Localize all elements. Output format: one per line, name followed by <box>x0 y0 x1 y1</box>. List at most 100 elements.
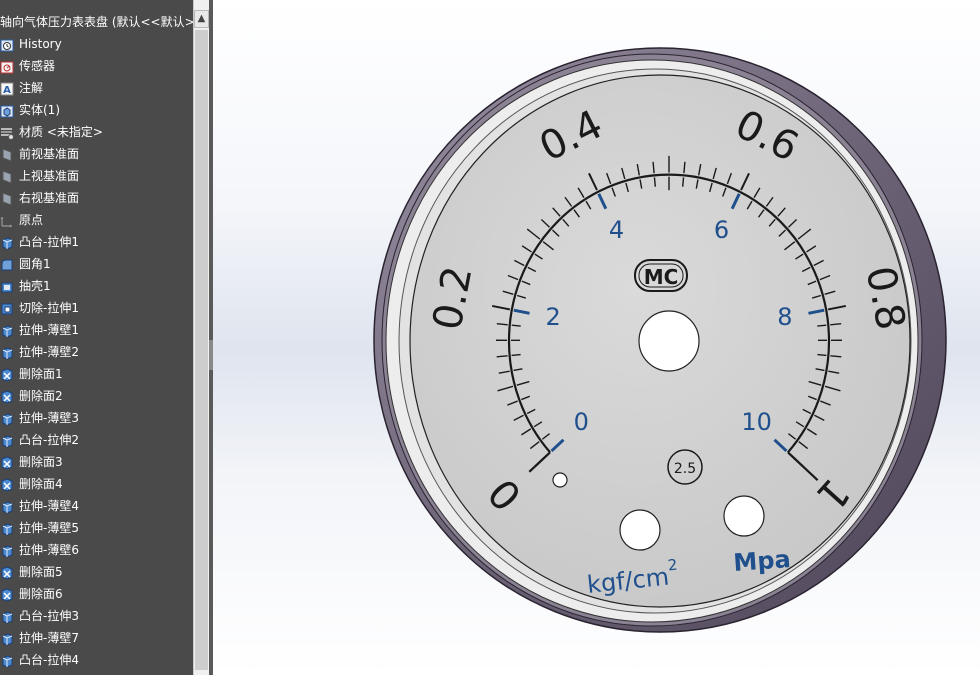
scroll-up-button[interactable]: ▲ <box>194 10 209 28</box>
extrude-icon <box>0 323 14 338</box>
mounting-hole-left <box>619 509 661 551</box>
origin-icon <box>0 213 14 228</box>
extrude-icon <box>0 631 14 646</box>
inner-tick <box>653 177 656 187</box>
fillet-icon <box>0 257 14 271</box>
tree-scrollbar[interactable]: ▲ <box>193 0 210 675</box>
cut-extrude-icon <box>0 301 14 315</box>
tree-item-label: 拉伸-薄壁5 <box>19 521 79 535</box>
tree-item[interactable]: 删除面3 <box>0 451 193 473</box>
tree-item[interactable]: 抽壳1 <box>0 275 193 297</box>
tree-item[interactable]: 原点 <box>0 209 193 231</box>
tree-item[interactable]: 拉伸-薄壁6 <box>0 539 193 561</box>
logo-text: MC <box>644 265 679 289</box>
tree-item-label: 右视基准面 <box>19 191 80 205</box>
tree-item-label: 圆角1 <box>19 257 51 271</box>
tree-item-label: 删除面4 <box>19 477 63 491</box>
extrude-icon <box>0 345 14 360</box>
tree-item[interactable]: 上视基准面 <box>0 165 193 187</box>
tree-item[interactable]: 材质 <未指定> <box>0 121 193 143</box>
extrude-icon <box>0 499 14 514</box>
delete-face-icon <box>0 367 14 382</box>
tree-item[interactable]: 拉伸-薄壁4 <box>0 495 193 517</box>
tree-item-label: 凸台-拉伸3 <box>19 609 79 623</box>
tree-item-label: 上视基准面 <box>19 169 80 183</box>
shell-icon <box>0 279 14 293</box>
inner-scale-label: 8 <box>777 303 792 331</box>
tree-item-label: 删除面2 <box>19 389 63 403</box>
graphics-area[interactable]: 0 0.2 0.4 0.6 0.8 1 0 2 4 6 8 10 MC 2.5 kgf/cm2 Mpa <box>213 0 980 675</box>
tree-item-label: 传感器 <box>19 59 56 73</box>
tree-item[interactable]: 凸台-拉伸1 <box>0 231 193 253</box>
plane-icon <box>0 147 14 162</box>
tree-item[interactable]: A 注解 <box>0 77 193 99</box>
extrude-icon <box>0 521 14 536</box>
tree-item-label: 抽壳1 <box>19 279 51 293</box>
tree-item-label: 凸台-拉伸1 <box>19 235 79 249</box>
inner-tick <box>511 324 521 327</box>
tree-item-label: 删除面1 <box>19 367 63 381</box>
unit-mpa-label: Mpa <box>732 545 791 577</box>
tree-item[interactable]: 切除-拉伸1 <box>0 297 193 319</box>
extrude-icon <box>0 653 14 668</box>
delete-face-icon <box>0 565 14 580</box>
tree-item[interactable]: 凸台-拉伸2 <box>0 429 193 451</box>
tree-item[interactable]: 实体(1) <box>0 99 193 121</box>
tree-item-label: 拉伸-薄壁3 <box>19 411 79 425</box>
tree-item[interactable]: 拉伸-薄壁2 <box>0 341 193 363</box>
tree-item-label: 删除面3 <box>19 455 63 469</box>
inner-scale-label: 10 <box>741 408 772 436</box>
tree-item[interactable]: 删除面4 <box>0 473 193 495</box>
tree-item-label: 切除-拉伸1 <box>19 301 79 315</box>
tree-item[interactable]: 凸台-拉伸4 <box>0 649 193 671</box>
tree-item-label: 原点 <box>19 213 44 227</box>
delete-face-icon <box>0 587 14 602</box>
extrude-icon <box>0 235 14 250</box>
gauge-dial-model[interactable]: 00.20.4 0.60.81024 6810 MC 2.5 kgf/cm2 Mpa <box>213 0 980 675</box>
tree-item[interactable]: 删除面5 <box>0 561 193 583</box>
tree-item[interactable]: 拉伸-薄壁7 <box>0 627 193 649</box>
tree-item[interactable]: 前视基准面 <box>0 143 193 165</box>
tree-item-label: 前视基准面 <box>19 147 80 161</box>
inner-scale-label: 2 <box>545 303 560 331</box>
tree-item[interactable]: History <box>0 33 193 55</box>
tree-item[interactable]: 凸台-拉伸3 <box>0 605 193 627</box>
part-title[interactable]: 轴向气体压力表表盘 (默认<<默认> <box>0 11 193 33</box>
inner-scale-label: 6 <box>714 216 729 244</box>
tree-item[interactable]: 拉伸-薄壁1 <box>0 319 193 341</box>
tree-item[interactable]: 拉伸-薄壁3 <box>0 407 193 429</box>
tree-item-label: 拉伸-薄壁7 <box>19 631 79 645</box>
tree-item-label: 拉伸-薄壁4 <box>19 499 79 513</box>
extrude-icon <box>0 609 14 624</box>
tree-item[interactable]: 删除面2 <box>0 385 193 407</box>
tree-item[interactable]: 右视基准面 <box>0 187 193 209</box>
inner-tick <box>682 177 685 187</box>
sensor-icon <box>0 59 14 74</box>
tree-item-label: 删除面6 <box>19 587 63 601</box>
solid-bodies-icon <box>0 103 14 118</box>
tree-item[interactable]: 传感器 <box>0 55 193 77</box>
inner-tick <box>817 324 827 327</box>
tree-item-label: 删除面5 <box>19 565 63 579</box>
tree-item-label: 拉伸-薄壁6 <box>19 543 79 557</box>
tree-item-label: 拉伸-薄壁2 <box>19 345 79 359</box>
tree-item-label: 注解 <box>19 81 44 95</box>
tree-item[interactable]: 删除面1 <box>0 363 193 385</box>
tree-item[interactable]: 删除面6 <box>0 583 193 605</box>
unit-kgf-superscript: 2 <box>667 556 678 575</box>
tree-item[interactable]: 拉伸-薄壁5 <box>0 517 193 539</box>
inner-tick <box>817 353 827 357</box>
material-icon <box>0 125 14 140</box>
scroll-thumb[interactable] <box>195 30 208 670</box>
delete-face-icon <box>0 455 14 470</box>
feature-manager-tree: 轴向气体压力表表盘 (默认<<默认> History 传感器 A 注解实体(1) 材质 … <box>0 0 193 675</box>
tree-item[interactable]: 圆角1 <box>0 253 193 275</box>
zero-stop-pin <box>552 472 568 488</box>
extrude-icon <box>0 433 14 448</box>
inner-scale-label: 4 <box>609 216 624 244</box>
plane-icon <box>0 169 14 184</box>
tree-item-label: 拉伸-薄壁1 <box>19 323 79 337</box>
svg-text:A: A <box>3 85 11 96</box>
tree-item-label: 材质 <未指定> <box>19 125 103 139</box>
history-icon <box>0 37 14 52</box>
